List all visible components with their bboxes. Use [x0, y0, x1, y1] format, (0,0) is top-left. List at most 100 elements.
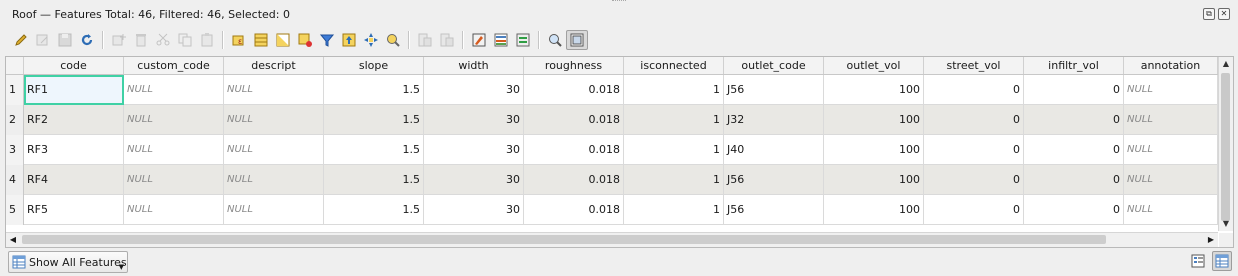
- table-row[interactable]: 3 RF3 NULL NULL 1.5 30 0.018 1 J40 100 0 0 NULL: [6, 135, 1218, 165]
- column-header-code[interactable]: code: [24, 57, 124, 74]
- close-icon[interactable]: ✕: [1218, 8, 1230, 20]
- cell-isconnected[interactable]: 1: [624, 195, 724, 225]
- cell-descript[interactable]: NULL: [224, 135, 324, 165]
- cell-street-vol[interactable]: 0: [924, 135, 1024, 165]
- cell-code[interactable]: RF5: [24, 195, 124, 225]
- cell-isconnected[interactable]: 1: [624, 135, 724, 165]
- cell-width[interactable]: 30: [424, 165, 524, 195]
- table-row[interactable]: 5 RF5 NULL NULL 1.5 30 0.018 1 J56 100 0 0 NULL: [6, 195, 1218, 225]
- cell-slope[interactable]: 1.5: [324, 105, 424, 135]
- column-header-descript[interactable]: descript: [224, 57, 324, 74]
- row-header[interactable]: 2: [6, 105, 24, 135]
- cell-roughness[interactable]: 0.018: [524, 105, 624, 135]
- row-header[interactable]: 4: [6, 165, 24, 195]
- cell-street-vol[interactable]: 0: [924, 75, 1024, 105]
- cell-outlet-vol[interactable]: 100: [824, 105, 924, 135]
- column-header-outlet-code[interactable]: outlet_code: [724, 57, 824, 74]
- cell-roughness[interactable]: 0.018: [524, 165, 624, 195]
- cell-descript[interactable]: NULL: [224, 75, 324, 105]
- column-header-annotation[interactable]: annotation: [1124, 57, 1218, 74]
- table-row[interactable]: 2 RF2 NULL NULL 1.5 30 0.018 1 J32 100 0 0 NULL: [6, 105, 1218, 135]
- multi-edit-button[interactable]: [32, 30, 54, 50]
- cell-outlet-code[interactable]: J32: [724, 105, 824, 135]
- horizontal-scroll-thumb[interactable]: [22, 235, 1106, 244]
- cell-slope[interactable]: 1.5: [324, 195, 424, 225]
- cell-custom-code[interactable]: NULL: [124, 105, 224, 135]
- cell-outlet-code[interactable]: J56: [724, 165, 824, 195]
- cell-infiltr-vol[interactable]: 0: [1024, 165, 1124, 195]
- zoom-to-selection-button[interactable]: [382, 30, 404, 50]
- cell-code[interactable]: RF1: [24, 75, 124, 105]
- pan-to-selection-button[interactable]: [360, 30, 382, 50]
- cell-outlet-code[interactable]: J56: [724, 75, 824, 105]
- column-header-isconnected[interactable]: isconnected: [624, 57, 724, 74]
- pencil-button[interactable]: [10, 30, 32, 50]
- column-header-roughness[interactable]: roughness: [524, 57, 624, 74]
- cell-roughness[interactable]: 0.018: [524, 135, 624, 165]
- copy-button[interactable]: [174, 30, 196, 50]
- cell-custom-code[interactable]: NULL: [124, 165, 224, 195]
- field-calculator-button[interactable]: [468, 30, 490, 50]
- cell-infiltr-vol[interactable]: 0: [1024, 105, 1124, 135]
- table-row[interactable]: 1 RF1 NULL NULL 1.5 30 0.018 1 J56 100 0 0 NULL: [6, 75, 1218, 105]
- scroll-up-icon[interactable]: ▲: [1219, 57, 1233, 71]
- cell-outlet-code[interactable]: J56: [724, 195, 824, 225]
- delete-field-button[interactable]: [436, 30, 458, 50]
- cell-annotation[interactable]: NULL: [1124, 135, 1218, 165]
- cell-annotation[interactable]: NULL: [1124, 195, 1218, 225]
- cell-street-vol[interactable]: 0: [924, 105, 1024, 135]
- cell-width[interactable]: 30: [424, 135, 524, 165]
- cell-isconnected[interactable]: 1: [624, 105, 724, 135]
- save-edits-button[interactable]: [54, 30, 76, 50]
- cell-width[interactable]: 30: [424, 195, 524, 225]
- cell-annotation[interactable]: NULL: [1124, 105, 1218, 135]
- column-header-street-vol[interactable]: street_vol: [924, 57, 1024, 74]
- cell-descript[interactable]: NULL: [224, 165, 324, 195]
- deselect-all-button[interactable]: [294, 30, 316, 50]
- table-row[interactable]: 4 RF4 NULL NULL 1.5 30 0.018 1 J56 100 0 0 NULL: [6, 165, 1218, 195]
- cell-custom-code[interactable]: NULL: [124, 75, 224, 105]
- row-header[interactable]: 5: [6, 195, 24, 225]
- paste-button[interactable]: [196, 30, 218, 50]
- invert-selection-button[interactable]: [272, 30, 294, 50]
- new-field-button[interactable]: [414, 30, 436, 50]
- cell-width[interactable]: 30: [424, 105, 524, 135]
- scroll-down-icon[interactable]: ▼: [1219, 217, 1233, 231]
- cell-annotation[interactable]: NULL: [1124, 165, 1218, 195]
- form-view-button[interactable]: [1188, 251, 1208, 271]
- actions-button[interactable]: [512, 30, 534, 50]
- cell-outlet-vol[interactable]: 100: [824, 195, 924, 225]
- show-all-features-button[interactable]: Show All Features ▼: [8, 251, 128, 273]
- cell-annotation[interactable]: NULL: [1124, 75, 1218, 105]
- cell-outlet-vol[interactable]: 100: [824, 75, 924, 105]
- restore-icon[interactable]: ⧉: [1203, 8, 1215, 20]
- form-view-button[interactable]: [566, 30, 588, 50]
- move-selection-top-button[interactable]: [338, 30, 360, 50]
- cell-street-vol[interactable]: 0: [924, 195, 1024, 225]
- horizontal-scrollbar[interactable]: ◀ ▶: [6, 232, 1218, 247]
- reload-button[interactable]: [76, 30, 98, 50]
- select-expression-button[interactable]: ε: [228, 30, 250, 50]
- row-header[interactable]: 3: [6, 135, 24, 165]
- cell-slope[interactable]: 1.5: [324, 135, 424, 165]
- column-header-infiltr-vol[interactable]: infiltr_vol: [1024, 57, 1124, 74]
- cell-infiltr-vol[interactable]: 0: [1024, 135, 1124, 165]
- cell-descript[interactable]: NULL: [224, 195, 324, 225]
- cell-street-vol[interactable]: 0: [924, 165, 1024, 195]
- cell-slope[interactable]: 1.5: [324, 75, 424, 105]
- vertical-scroll-thumb[interactable]: [1221, 73, 1230, 221]
- header-corner[interactable]: [6, 57, 24, 74]
- scroll-right-icon[interactable]: ▶: [1204, 233, 1218, 247]
- cell-isconnected[interactable]: 1: [624, 165, 724, 195]
- cell-slope[interactable]: 1.5: [324, 165, 424, 195]
- conditional-formatting-button[interactable]: [490, 30, 512, 50]
- cell-roughness[interactable]: 0.018: [524, 195, 624, 225]
- cell-isconnected[interactable]: 1: [624, 75, 724, 105]
- select-all-button[interactable]: [250, 30, 272, 50]
- row-header[interactable]: 1: [6, 75, 24, 105]
- cell-outlet-vol[interactable]: 100: [824, 135, 924, 165]
- column-header-slope[interactable]: slope: [324, 57, 424, 74]
- cell-code[interactable]: RF4: [24, 165, 124, 195]
- column-header-width[interactable]: width: [424, 57, 524, 74]
- cell-code[interactable]: RF3: [24, 135, 124, 165]
